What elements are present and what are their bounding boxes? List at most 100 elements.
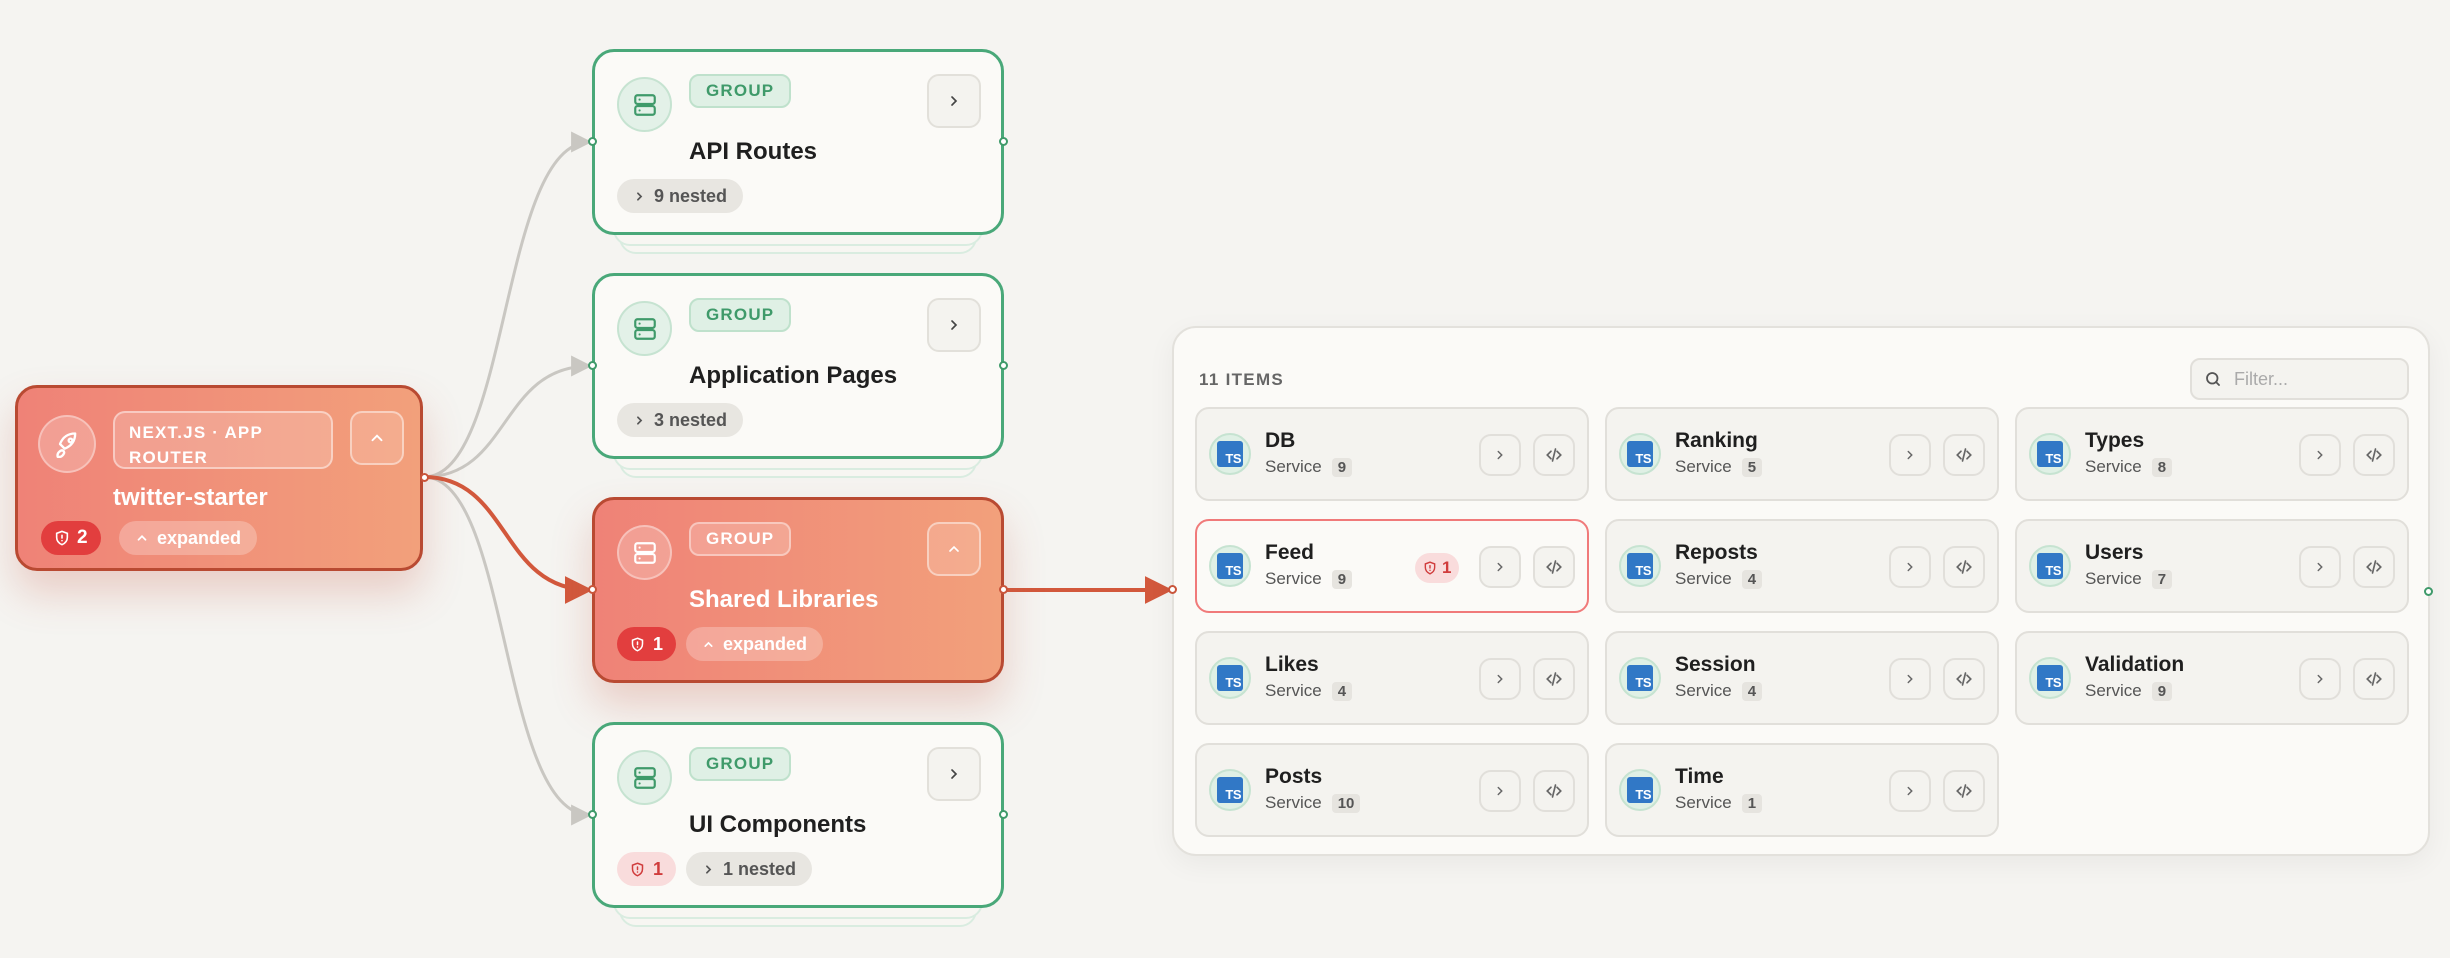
shared-libraries-output-handle[interactable] [999, 585, 1008, 594]
chevron-up-icon [704, 641, 713, 647]
item-card-likes[interactable]: TS Likes Service 4 [1195, 631, 1589, 725]
shield-alert-icon [631, 636, 644, 652]
open-item-button[interactable] [1479, 434, 1521, 476]
group-ui-components[interactable]: GROUP UI Components 1 1 nested [592, 722, 1004, 927]
item-count: 9 [1331, 569, 1353, 589]
application-pages-input-handle[interactable] [588, 361, 597, 370]
filter-field[interactable] [2190, 358, 2409, 400]
group-shared-libraries[interactable]: GROUP Shared Libraries 1 expanded [592, 497, 1004, 683]
group-application-pages[interactable]: GROUP Application Pages 3 nested [592, 273, 1004, 478]
view-code-button[interactable] [1533, 658, 1575, 700]
chevron-right-icon [1907, 450, 1913, 460]
item-name: Validation [2085, 653, 2185, 676]
item-card-ranking[interactable]: TS Ranking Service 5 [1605, 407, 1999, 501]
ui-components-output-handle[interactable] [999, 810, 1008, 819]
item-card-validation[interactable]: TS Validation Service 9 [2015, 631, 2409, 725]
filter-input[interactable] [2232, 367, 2396, 391]
item-card-reposts[interactable]: TS Reposts Service 4 [1605, 519, 1999, 613]
root-output-handle[interactable] [420, 473, 429, 482]
open-item-button[interactable] [1889, 546, 1931, 588]
open-item-button[interactable] [1479, 770, 1521, 812]
panel-input-handle[interactable] [1168, 585, 1177, 594]
panel-output-handle[interactable] [2424, 587, 2433, 596]
open-item-button[interactable] [2299, 546, 2341, 588]
edge-root-shared-libraries [423, 475, 593, 604]
chevron-right-icon [1497, 562, 1503, 572]
nested-chip[interactable]: 9 nested [617, 179, 744, 213]
item-type-label: Service [1675, 681, 1732, 700]
nested-label: 1 nested [723, 858, 797, 879]
typescript-icon: TS [2029, 545, 2071, 587]
open-item-button[interactable] [2299, 434, 2341, 476]
item-card-db[interactable]: TS DB Service 9 [1195, 407, 1589, 501]
root-type-badge: NEXT.JS · APP ROUTER [113, 411, 333, 469]
item-card-time[interactable]: TS Time Service 1 [1605, 743, 1999, 837]
item-card-types[interactable]: TS Types Service 8 [2015, 407, 2409, 501]
open-item-button[interactable] [2299, 658, 2341, 700]
api-routes-input-handle[interactable] [588, 137, 597, 146]
alert-count: 1 [653, 633, 664, 654]
item-type-label: Service [1675, 457, 1732, 476]
item-type-label: Service [1675, 569, 1732, 588]
item-count: 4 [1331, 681, 1353, 701]
view-code-button[interactable] [2353, 658, 2395, 700]
shared-libraries-input-handle[interactable] [588, 585, 597, 594]
root-state-chip[interactable]: expanded [119, 521, 258, 555]
open-group-button[interactable] [927, 747, 981, 801]
ts-label: TS [1217, 777, 1243, 803]
item-card-users[interactable]: TS Users Service 7 [2015, 519, 2409, 613]
item-count: 4 [1741, 681, 1763, 701]
shield-alert-icon [55, 530, 69, 546]
open-item-button[interactable] [1889, 434, 1931, 476]
api-routes-output-handle[interactable] [999, 137, 1008, 146]
items-grid: TS DB Service 9 TS Ranking Service 5 TS Types Serv… [1195, 407, 2409, 837]
item-card-feed[interactable]: TS Feed Service 9 1 [1195, 519, 1589, 613]
view-code-button[interactable] [1943, 546, 1985, 588]
application-pages-output-handle[interactable] [999, 361, 1008, 370]
collapse-group-button[interactable] [927, 522, 981, 576]
expanded-items-panel: 11 ITEMS TSDBService9TSRankingService5TS… [1172, 326, 2430, 856]
view-code-button[interactable] [1533, 770, 1575, 812]
chevron-right-icon [637, 191, 643, 201]
item-alert-badge[interactable]: 1 [1415, 553, 1460, 583]
chevron-right-icon [951, 96, 958, 106]
item-type-label: Service [2085, 457, 2142, 476]
item-card-session[interactable]: TS Session Service 4 [1605, 631, 1999, 725]
view-code-button[interactable] [2353, 434, 2395, 476]
open-item-button[interactable] [1889, 658, 1931, 700]
view-code-button[interactable] [1943, 434, 1985, 476]
item-name: DB [1265, 429, 1296, 452]
alert-badge[interactable]: 1 [617, 627, 677, 661]
root-collapse-button[interactable] [350, 411, 404, 465]
nested-chip[interactable]: 1 nested [686, 852, 813, 886]
items-count: 11 ITEMS [1199, 370, 1285, 389]
ui-components-input-handle[interactable] [588, 810, 597, 819]
view-code-button[interactable] [1943, 658, 1985, 700]
root-alert-badge[interactable]: 2 [41, 521, 101, 555]
edge-root-api-routes [423, 131, 593, 479]
ts-label: TS [2037, 441, 2063, 467]
view-code-button[interactable] [1533, 546, 1575, 588]
open-group-button[interactable] [927, 298, 981, 352]
code-icon [1546, 560, 1562, 574]
open-item-button[interactable] [1479, 546, 1521, 588]
chevron-right-icon [2317, 562, 2323, 572]
state-chip[interactable]: expanded [686, 627, 824, 661]
item-type: Service 9 [1265, 569, 1353, 589]
view-code-button[interactable] [1943, 770, 1985, 812]
root-node[interactable]: NEXT.JS · APP ROUTER twitter-starter 2 e… [15, 385, 423, 571]
view-code-button[interactable] [2353, 546, 2395, 588]
code-icon [2366, 672, 2382, 686]
open-item-button[interactable] [1889, 770, 1931, 812]
code-icon [1956, 560, 1972, 574]
open-group-button[interactable] [927, 74, 981, 128]
view-code-button[interactable] [1533, 434, 1575, 476]
alert-badge[interactable]: 1 [617, 852, 677, 886]
nested-chip[interactable]: 3 nested [617, 403, 744, 437]
open-item-button[interactable] [1479, 658, 1521, 700]
code-icon [2366, 448, 2382, 462]
group-api-routes[interactable]: GROUP API Routes 9 nested [592, 49, 1004, 254]
item-card-posts[interactable]: TS Posts Service 10 [1195, 743, 1589, 837]
edge-root-application-pages [423, 355, 593, 479]
item-type: Service 1 [1675, 793, 1763, 813]
